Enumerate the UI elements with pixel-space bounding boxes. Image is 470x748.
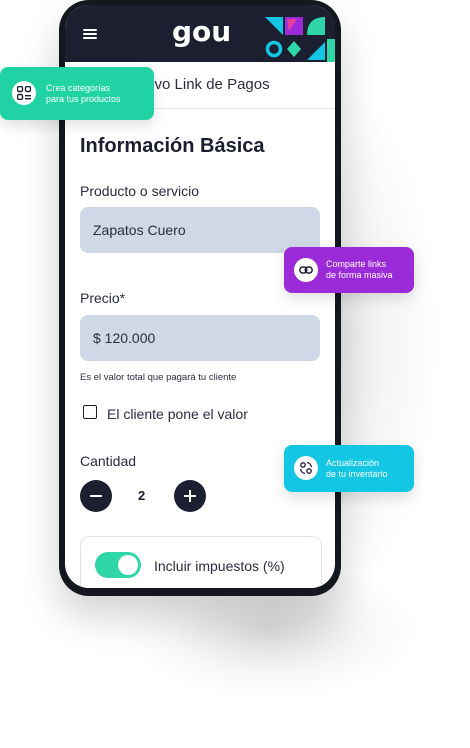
client-value-checkbox[interactable] xyxy=(83,405,97,419)
link-icon xyxy=(294,258,318,282)
app-logo: gou xyxy=(172,15,232,48)
badge-categories-line1: Crea categorías xyxy=(46,83,111,93)
price-input[interactable]: $ 120.000 xyxy=(80,315,320,361)
badge-inventory-line1: Actualización xyxy=(326,458,380,468)
decorative-pattern-icon xyxy=(263,15,335,62)
quantity-label: Cantidad xyxy=(80,453,137,469)
app-header: gou xyxy=(65,5,335,62)
price-helper-text: Es el valor total que pagará tu cliente xyxy=(80,372,237,383)
product-input-value: Zapatos Cuero xyxy=(93,222,186,238)
badge-categories-line2: para tus productos xyxy=(46,94,121,104)
price-input-value: $ 120.000 xyxy=(93,330,156,346)
client-value-checkbox-label[interactable]: El cliente pone el valor xyxy=(107,406,248,422)
badge-share-line1: Comparte links xyxy=(326,259,387,269)
section-title: Información Básica xyxy=(80,135,265,157)
tax-toggle[interactable] xyxy=(95,552,141,578)
minus-icon xyxy=(90,495,102,497)
quantity-decrease-button[interactable] xyxy=(80,480,112,512)
product-input[interactable]: Zapatos Cuero xyxy=(80,207,320,253)
plus-icon xyxy=(184,490,196,502)
tax-toggle-label: Incluir impuestos (%) xyxy=(154,558,285,574)
quantity-increase-button[interactable] xyxy=(174,480,206,512)
badge-inventory-line2: de tu inventario xyxy=(326,469,388,479)
quantity-value: 2 xyxy=(138,488,146,503)
feature-badge-categories: Crea categorías para tus productos xyxy=(0,67,154,120)
inventory-icon xyxy=(294,456,318,480)
hamburger-menu-icon[interactable] xyxy=(83,29,97,39)
phone-side-shadow xyxy=(330,60,450,620)
toggle-knob xyxy=(118,555,138,575)
feature-badge-share-links: Comparte links de forma masiva xyxy=(284,247,414,293)
price-label: Precio* xyxy=(80,290,126,306)
feature-badge-inventory: Actualización de tu inventario xyxy=(284,445,414,492)
tax-card: Incluir impuestos (%) xyxy=(80,536,322,588)
product-label: Producto o servicio xyxy=(80,183,200,199)
badge-share-line2: de forma masiva xyxy=(326,270,393,280)
grid-icon xyxy=(12,81,36,105)
